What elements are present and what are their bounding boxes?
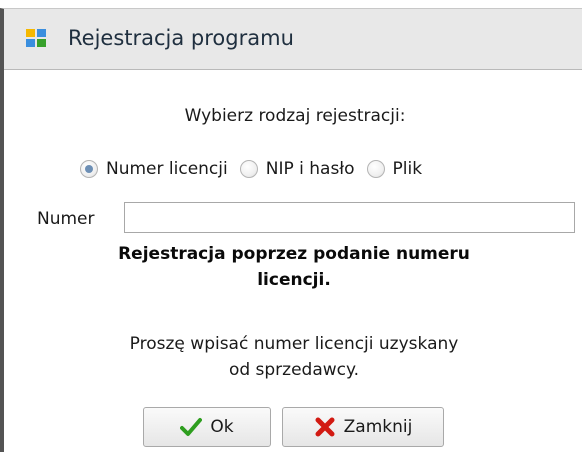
numer-field-label: Numer <box>37 209 95 229</box>
radio-option-plik[interactable]: Plik <box>366 159 423 179</box>
radio-button-numer-licencji[interactable] <box>80 160 98 178</box>
radio-label-nip-haslo[interactable]: NIP i hasło <box>266 159 355 179</box>
radio-label-plik[interactable]: Plik <box>393 159 423 179</box>
instruction-text-line1: Proszę wpisać numer licencji uzyskany <box>129 334 459 354</box>
registration-dialog: Rejestracja programu Wybierz rodzaj reje… <box>0 8 582 452</box>
dialog-titlebar[interactable]: Rejestracja programu <box>4 9 582 70</box>
ok-button-label: Ok <box>210 417 234 437</box>
red-x-icon <box>315 417 335 437</box>
radio-button-plik[interactable] <box>366 160 385 178</box>
close-button[interactable]: Zamknij <box>282 407 444 447</box>
radio-option-numer-licencji[interactable]: Numer licencji <box>80 159 228 179</box>
radio-option-nip-haslo[interactable]: NIP i hasło <box>239 159 355 179</box>
ok-button[interactable]: Ok <box>143 407 271 447</box>
registration-type-options: Numer licencji NIP i hasło Plik <box>80 157 434 181</box>
radio-label-numer-licencji[interactable]: Numer licencji <box>106 159 228 179</box>
checkmark-icon <box>180 418 203 436</box>
app-blocks-icon <box>26 29 46 47</box>
registration-method-info-line1: Rejestracja poprzez podanie numeru <box>118 244 470 264</box>
registration-method-info-line2: licencji. <box>257 270 331 290</box>
close-button-label: Zamknij <box>343 417 413 437</box>
numer-input[interactable] <box>124 202 575 233</box>
radio-button-nip-haslo[interactable] <box>239 160 258 178</box>
instruction-text-line2: od sprzedawcy. <box>228 360 360 380</box>
instruction-text: Proszę wpisać numer licencji uzyskany od… <box>24 331 564 383</box>
registration-type-heading: Wybierz rodzaj rejestracji: <box>184 106 406 126</box>
dialog-title: Rejestracja programu <box>68 26 294 50</box>
registration-method-info: Rejestracja poprzez podanie numeru licen… <box>24 241 564 293</box>
